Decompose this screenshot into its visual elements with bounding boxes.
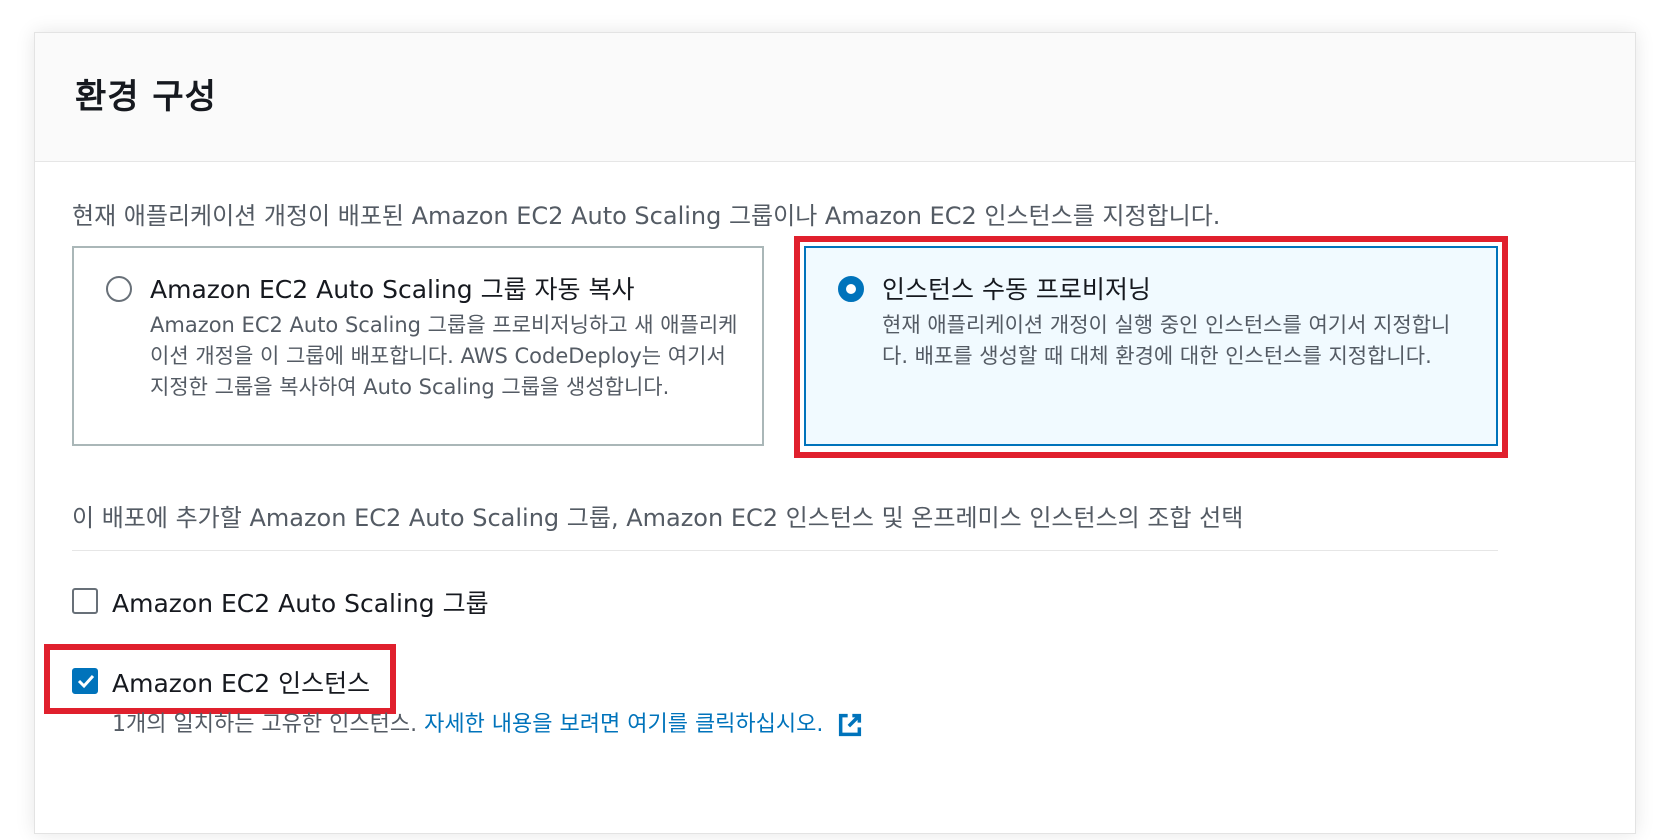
external-link-icon[interactable] — [836, 711, 864, 739]
panel-title: 환경 구성 — [75, 77, 217, 117]
highlight-box-option — [794, 236, 1508, 458]
section-description: 현재 애플리케이션 개정이 배포된 Amazon EC2 Auto Scalin… — [72, 202, 1221, 230]
match-count-text: 1개의 일치하는 고유한 인스턴스. — [112, 712, 418, 737]
checkbox-label: Amazon EC2 Auto Scaling 그룹 — [112, 589, 489, 618]
highlight-box-checkbox — [44, 644, 396, 714]
option-description: Amazon EC2 Auto Scaling 그룹을 프로비저닝하고 새 애플… — [150, 313, 738, 399]
divider — [72, 550, 1498, 551]
learn-more-link[interactable]: 자세한 내용을 보려면 여기를 클릭하십시오. — [424, 712, 823, 737]
option-auto-scaling-copy[interactable]: Amazon EC2 Auto Scaling 그룹 자동 복사 Amazon … — [72, 246, 764, 446]
radio-auto-scaling-copy[interactable] — [106, 276, 132, 302]
option-title: Amazon EC2 Auto Scaling 그룹 자동 복사 — [150, 275, 635, 304]
panel-header: 환경 구성 — [35, 33, 1635, 162]
instance-count-hint: 1개의 일치하는 고유한 인스턴스. 자세한 내용을 보려면 여기를 클릭하십시… — [112, 706, 864, 739]
checkbox-auto-scaling-group[interactable] — [72, 588, 98, 614]
combination-label: 이 배포에 추가할 Amazon EC2 Auto Scaling 그룹, Am… — [72, 504, 1244, 532]
